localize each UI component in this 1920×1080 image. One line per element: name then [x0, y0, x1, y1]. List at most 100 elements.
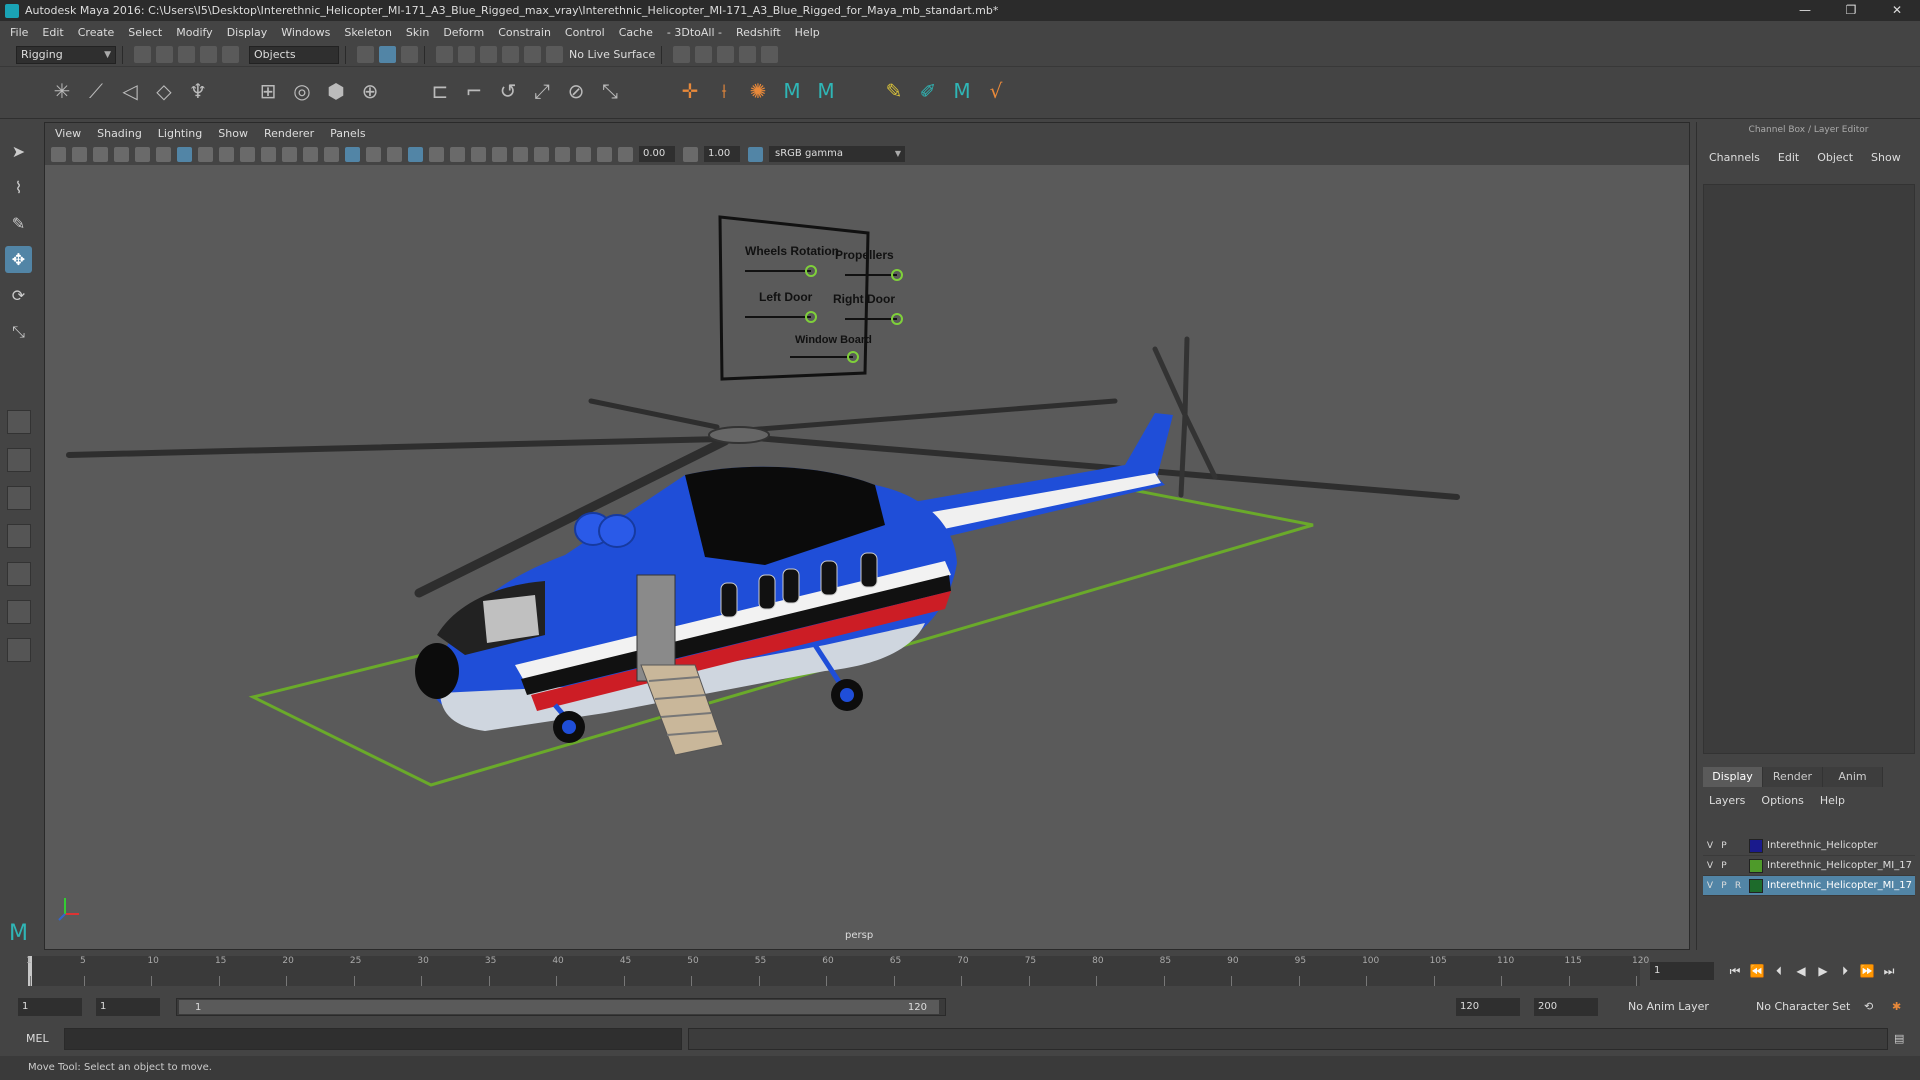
camera-attributes-icon[interactable]	[72, 146, 87, 162]
parent-constraint-icon[interactable]: ⊏	[426, 77, 454, 105]
anti-aliasing-icon[interactable]	[534, 146, 549, 162]
step-back-frame-icon[interactable]: ⏴	[1768, 960, 1790, 982]
layer-menu-help[interactable]: Help	[1820, 794, 1845, 807]
step-back-key-icon[interactable]: ⏪	[1746, 960, 1768, 982]
animation-prefs-icon[interactable]: ✱	[1892, 998, 1901, 1016]
rotate-tool-icon[interactable]: ⟳	[5, 282, 32, 309]
scene-view[interactable]: Wheels Rotation Propellers Left Door Rig…	[45, 165, 1689, 949]
side-by-side-layout-icon[interactable]	[7, 486, 31, 510]
range-bar[interactable]: 1 120	[176, 998, 946, 1016]
persp-graph-layout-icon[interactable]	[7, 524, 31, 548]
insert-joint-icon[interactable]: ◇	[150, 77, 178, 105]
play-backwards-icon[interactable]: ◀	[1790, 960, 1812, 982]
ipr-render-icon[interactable]	[717, 46, 735, 63]
shadows-icon[interactable]	[471, 146, 486, 162]
maya-script-icon[interactable]: M	[778, 77, 806, 105]
vp-menu-lighting[interactable]: Lighting	[158, 127, 202, 140]
outliner-layout-icon[interactable]	[7, 600, 31, 624]
effector-icon[interactable]: ✺	[744, 77, 772, 105]
layer-color-swatch[interactable]	[1749, 858, 1763, 873]
isolate-select-icon[interactable]	[555, 146, 570, 162]
move-tool-icon[interactable]: ✥	[5, 246, 32, 273]
ik-handle-icon[interactable]: ⟋	[82, 77, 110, 105]
menu-windows[interactable]: Windows	[281, 26, 330, 39]
snap-point-icon[interactable]	[480, 46, 497, 63]
persp-outliner-layout-icon[interactable]	[7, 562, 31, 586]
live-surface-label[interactable]: No Live Surface	[569, 48, 655, 61]
resolution-gate-icon[interactable]	[219, 146, 234, 162]
menu-modify[interactable]: Modify	[176, 26, 212, 39]
cb-menu-channels[interactable]: Channels	[1709, 151, 1760, 164]
safe-title-icon[interactable]	[303, 146, 318, 162]
minimize-button[interactable]: —	[1782, 0, 1828, 21]
lattice-icon[interactable]: ⬢	[322, 77, 350, 105]
mirror-joint-icon[interactable]: ♆	[184, 77, 212, 105]
cb-menu-show[interactable]: Show	[1871, 151, 1901, 164]
joint-tool-icon[interactable]: ✳	[48, 77, 76, 105]
layer-reference-toggle[interactable]: R	[1731, 881, 1745, 891]
menu-redshift[interactable]: Redshift	[736, 26, 781, 39]
new-scene-icon[interactable]	[134, 46, 151, 63]
hypershade-icon[interactable]	[761, 46, 779, 63]
tab-display[interactable]: Display	[1703, 767, 1763, 787]
menu-skin[interactable]: Skin	[406, 26, 429, 39]
use-all-lights-icon[interactable]	[450, 146, 465, 162]
make-live-icon[interactable]	[524, 46, 541, 63]
menu-create[interactable]: Create	[78, 26, 115, 39]
select-tool-icon[interactable]: ➤	[5, 138, 32, 165]
point-constraint-icon[interactable]: ⌐	[460, 77, 488, 105]
film-gate-icon[interactable]	[198, 146, 213, 162]
color-management-icon[interactable]	[748, 146, 763, 162]
xray-active-icon[interactable]	[597, 146, 612, 162]
step-forward-key-icon[interactable]: ⏩	[1856, 960, 1878, 982]
menu-deform[interactable]: Deform	[443, 26, 484, 39]
redo-icon[interactable]	[222, 46, 239, 63]
ik-fk-icon[interactable]: ⟊	[710, 77, 738, 105]
lasso-tool-icon[interactable]: ⌇	[5, 174, 32, 201]
animation-end-field[interactable]: 200	[1534, 998, 1598, 1016]
smooth-shade-icon[interactable]	[345, 146, 360, 162]
close-button[interactable]: ✕	[1874, 0, 1920, 21]
vp-menu-shading[interactable]: Shading	[97, 127, 142, 140]
layer-visibility-toggle[interactable]: V	[1703, 841, 1717, 851]
paint-weights-icon[interactable]: ✎	[880, 77, 908, 105]
aim-constraint-icon[interactable]: ⊘	[562, 77, 590, 105]
go-to-end-icon[interactable]: ⏭	[1878, 960, 1900, 982]
select-by-component-icon[interactable]	[401, 46, 418, 63]
menu-cache[interactable]: Cache	[619, 26, 653, 39]
layer-visibility-toggle[interactable]: V	[1703, 881, 1717, 891]
camera-select-icon[interactable]	[51, 146, 66, 162]
current-frame-field[interactable]: 1	[1650, 962, 1714, 980]
step-forward-frame-icon[interactable]: ⏵	[1834, 960, 1856, 982]
ik-spline-icon[interactable]: ◁	[116, 77, 144, 105]
menu-skeleton[interactable]: Skeleton	[344, 26, 392, 39]
image-plane-icon[interactable]	[114, 146, 129, 162]
auto-key-icon[interactable]: ⟲	[1864, 998, 1873, 1016]
custom-layout-icon[interactable]	[7, 638, 31, 662]
grid-icon[interactable]	[177, 146, 192, 162]
textured-icon[interactable]	[429, 146, 444, 162]
2d-pan-icon[interactable]	[135, 146, 150, 162]
gamma-field[interactable]: 1.00	[704, 146, 740, 162]
cb-menu-edit[interactable]: Edit	[1778, 151, 1799, 164]
cluster-icon[interactable]: ⊕	[356, 77, 384, 105]
select-by-object-icon[interactable]	[379, 46, 396, 63]
layer-menu-options[interactable]: Options	[1761, 794, 1803, 807]
playback-start-field[interactable]: 1	[96, 998, 160, 1016]
menu-constrain[interactable]: Constrain	[498, 26, 551, 39]
go-to-start-icon[interactable]: ⏮	[1724, 960, 1746, 982]
menu-display[interactable]: Display	[227, 26, 268, 39]
vp-menu-view[interactable]: View	[55, 127, 81, 140]
character-set-dropdown[interactable]: No Character Set	[1756, 998, 1850, 1016]
scale-tool-icon[interactable]: ⤡	[5, 318, 32, 345]
wireframe-on-shaded-icon[interactable]	[387, 146, 402, 162]
layer-color-swatch[interactable]	[1749, 838, 1763, 853]
color-space-dropdown[interactable]: sRGB gamma ▼	[769, 146, 905, 162]
cb-menu-object[interactable]: Object	[1817, 151, 1853, 164]
range-handle[interactable]: 1 120	[179, 1000, 939, 1014]
maya-script-3-icon[interactable]: M	[948, 77, 976, 105]
motion-blur-icon[interactable]	[513, 146, 528, 162]
select-by-hierarchy-icon[interactable]	[357, 46, 374, 63]
save-scene-icon[interactable]	[178, 46, 195, 63]
mel-label[interactable]: MEL	[26, 1032, 49, 1045]
